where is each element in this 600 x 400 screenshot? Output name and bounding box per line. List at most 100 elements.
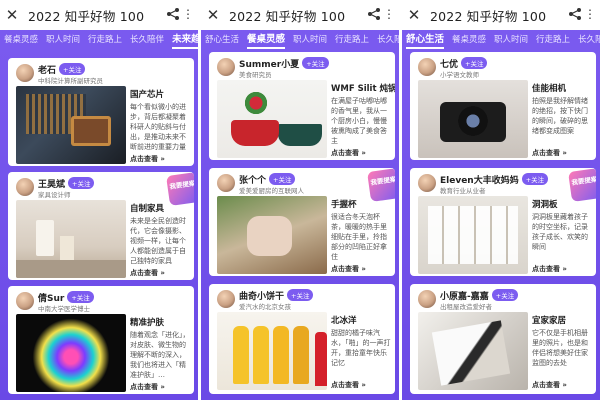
tab-craftsman[interactable]: 职人时间 [42, 30, 84, 50]
avatar[interactable] [16, 64, 34, 82]
product-description: 在满屋子咕嘟咕嘟的香气里，我从一个厨房小白，慢慢被熏陶成了美食答主 [331, 97, 387, 145]
article-panel-2: ✕ 2022 知乎好物 100 ⋮ 舒心生活 餐桌灵感 职人时间 行走路上 长久… [201, 0, 399, 400]
tab-craftsman[interactable]: 职人时间 [490, 30, 532, 50]
tab-comfort[interactable]: 舒心生活 [201, 30, 243, 50]
view-more-link[interactable]: 点击查看 » [331, 264, 366, 274]
tab-dining[interactable]: 餐桌灵感 [0, 30, 42, 50]
share-icon[interactable] [367, 7, 381, 21]
category-tabs: 舒心生活 餐桌灵感 职人时间 行走路上 长久陪伴 [402, 30, 600, 50]
author-role: 爱汽水的北京女孩 [239, 303, 291, 311]
tab-companion[interactable]: 长久陪伴 [126, 30, 168, 50]
share-icon[interactable] [166, 7, 180, 21]
proposal-badge[interactable]: 我要提案 [568, 168, 596, 202]
avatar[interactable] [217, 58, 235, 76]
view-more-link[interactable]: 点击查看 » [532, 148, 567, 158]
page-title: 2022 知乎好物 100 [430, 8, 547, 24]
product-description: 它不仅是手机相册里的照片，也是和伴侣将想美好住家监图的去处 [532, 329, 588, 367]
product-photo[interactable] [16, 314, 126, 392]
product-photo[interactable] [418, 312, 528, 390]
close-icon[interactable]: ✕ [201, 6, 225, 24]
product-card[interactable]: 张个个 +关注 爱美爱厨房的互联网人 手握杯 很适合冬天泡杯茶，暖暖的热手里细贴在… [209, 168, 395, 276]
product-card[interactable]: Eleven大丰收妈妈 +关注 教育行业从业者 洞洞板 洞洞板里藏着孩子的时空坐标… [410, 168, 596, 276]
proposal-badge[interactable]: 我要提案 [367, 168, 395, 202]
more-vertical-icon[interactable]: ⋮ [182, 6, 194, 22]
close-icon[interactable]: ✕ [0, 6, 24, 24]
product-photo[interactable] [217, 312, 327, 390]
avatar[interactable] [16, 292, 34, 310]
follow-button[interactable]: +关注 [461, 57, 488, 69]
tab-travel[interactable]: 行走路上 [84, 30, 126, 50]
view-more-link[interactable]: 点击查看 » [130, 154, 165, 164]
top-bar: ✕ 2022 知乎好物 100 ⋮ [0, 0, 198, 30]
product-card[interactable]: 老石 +关注 中科院计算所副研究员 国产芯片 每个看似微小的进步，背后都凝聚着科研… [8, 58, 194, 166]
product-card[interactable]: Summer小夏 +关注 美食研究员 WMF Silit 炖锅 在满屋子咕嘟咕嘟的… [209, 52, 395, 160]
product-card[interactable]: 七优 +关注 小学语文教师 佳能相机 拍照是我纾解情绪的绝招，按下快门的瞬间，破碎… [410, 52, 596, 160]
product-title: 国产芯片 [130, 90, 165, 100]
avatar[interactable] [16, 178, 34, 196]
tab-companion[interactable]: 长久陪伴 [574, 30, 600, 50]
follow-button[interactable]: +关注 [521, 173, 549, 185]
author-role: 中科院计算所副研究员 [38, 77, 103, 85]
avatar[interactable] [418, 290, 436, 308]
product-card[interactable]: 曲奇小饼干 +关注 爱汽水的北京女孩 北冰洋 甜甜的橘子味汽水，「啪」的一声打开，… [209, 284, 395, 394]
tab-travel[interactable]: 行走路上 [331, 30, 373, 50]
product-title: 手握杯 [331, 200, 357, 210]
page-title: 2022 知乎好物 100 [229, 8, 346, 24]
view-more-link[interactable]: 点击查看 » [331, 148, 366, 158]
product-description: 每个看似微小的进步，背后都凝聚着科研人的贴斜与付出，是推动未来不断前进的重要力量 [130, 103, 186, 151]
author-role: 教育行业从业者 [440, 187, 486, 195]
product-photo[interactable] [418, 80, 528, 158]
view-more-link[interactable]: 点击查看 » [130, 382, 165, 392]
product-card[interactable]: 倩Sur +关注 中南大学医学博士 精准护肤 随着观念「进化」，对皮肤、微生物的理… [8, 286, 194, 394]
author-role: 出租屋改造爱好者 [440, 303, 492, 311]
follow-button[interactable]: +关注 [269, 173, 296, 185]
tab-dining[interactable]: 餐桌灵感 [448, 30, 490, 50]
avatar[interactable] [418, 174, 436, 192]
product-description: 甜甜的橘子味汽水，「啪」的一声打开，重拾童年快乐记忆 [331, 329, 391, 367]
tab-future[interactable]: 未来趋势 [168, 30, 198, 50]
product-description: 未来是全民创造时代，它会像摄影、视频一样，让每个人都能创造属于自己独特的家具 [130, 217, 186, 265]
product-card[interactable]: 小原嘉-嘉嘉 +关注 出租屋改造爱好者 宜家家居 它不仅是手机相册里的照片，也是和… [410, 284, 596, 394]
product-description: 随着观念「进化」，对皮肤、微生物的理解不断的深入，我们也将进入「精准护肤」… [130, 331, 190, 379]
avatar[interactable] [418, 58, 436, 76]
product-photo[interactable] [217, 80, 327, 158]
product-title: 佳能相机 [532, 84, 567, 94]
product-card[interactable]: 王昊斌 +关注 家具设计师 自制家具 未来是全民创造时代，它会像摄影、视频一样，让… [8, 172, 194, 280]
proposal-badge[interactable]: 我要提案 [166, 172, 194, 206]
product-photo[interactable] [16, 86, 126, 164]
follow-button[interactable]: +关注 [287, 289, 314, 301]
tab-travel[interactable]: 行走路上 [532, 30, 574, 50]
more-vertical-icon[interactable]: ⋮ [584, 6, 596, 22]
view-more-link[interactable]: 点击查看 » [532, 380, 567, 390]
tab-dining[interactable]: 餐桌灵感 [243, 30, 289, 50]
product-photo[interactable] [418, 196, 528, 274]
article-panel-1: ✕ 2022 知乎好物 100 ⋮ 餐桌灵感 职人时间 行走路上 长久陪伴 未来… [0, 0, 198, 400]
tab-companion[interactable]: 长久陪伴 [373, 30, 399, 50]
tab-comfort[interactable]: 舒心生活 [402, 30, 448, 50]
follow-button[interactable]: +关注 [302, 57, 329, 69]
view-more-link[interactable]: 点击查看 » [130, 268, 165, 278]
close-icon[interactable]: ✕ [402, 6, 426, 24]
author-role: 中南大学医学博士 [38, 305, 90, 313]
top-bar: ✕ 2022 知乎好物 100 ⋮ [402, 0, 600, 30]
product-photo[interactable] [217, 196, 327, 274]
more-vertical-icon[interactable]: ⋮ [383, 6, 395, 22]
follow-button[interactable]: +关注 [491, 289, 519, 301]
product-description: 很适合冬天泡杯茶，暖暖的热手里细贴在手里，拎指部分的凹陷正好拿住 [331, 213, 387, 261]
author-role: 美食研究员 [239, 71, 272, 79]
follow-button[interactable]: +关注 [59, 63, 86, 75]
product-title: 宜家家居 [532, 316, 567, 326]
share-icon[interactable] [568, 7, 582, 21]
tab-craftsman[interactable]: 职人时间 [289, 30, 331, 50]
product-title: 精准护肤 [130, 318, 165, 328]
view-more-link[interactable]: 点击查看 » [532, 264, 567, 274]
product-title: 自制家具 [130, 204, 165, 214]
follow-button[interactable]: +关注 [68, 177, 95, 189]
avatar[interactable] [217, 174, 235, 192]
avatar[interactable] [217, 290, 235, 308]
follow-button[interactable]: +关注 [67, 291, 94, 303]
product-description: 拍照是我纾解情绪的绝招，按下快门的瞬间，破碎的思绪都变成图案 [532, 97, 588, 135]
product-photo[interactable] [16, 200, 126, 278]
view-more-link[interactable]: 点击查看 » [331, 380, 366, 390]
product-title: 洞洞板 [532, 200, 558, 210]
